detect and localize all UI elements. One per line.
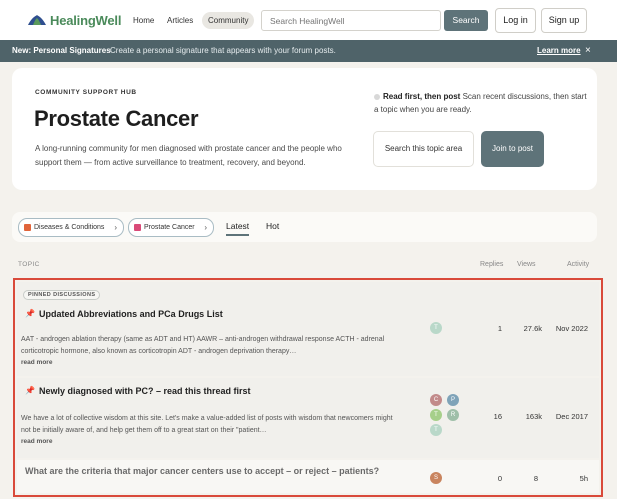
search-button[interactable]: Search — [444, 10, 488, 31]
breadcrumb-label: Prostate Cancer — [144, 224, 195, 231]
breadcrumb-diseases[interactable]: Diseases & Conditions › — [18, 218, 124, 237]
avatar[interactable]: T — [430, 424, 442, 436]
announcement-banner: New: Personal Signatures Create a person… — [0, 40, 617, 62]
avatar[interactable]: S — [430, 472, 442, 484]
topic-title[interactable]: Newly diagnosed with PC? – read this thr… — [39, 386, 251, 396]
topic-title[interactable]: What are the criteria that major cancer … — [25, 466, 379, 476]
leaf-logo-icon — [28, 15, 46, 25]
reply-count: 0 — [497, 474, 502, 483]
read-more-link[interactable]: read more — [21, 438, 52, 445]
hero-description: A long-running community for men diagnos… — [35, 144, 342, 167]
search-topic-area-button[interactable]: Search this topic area — [373, 131, 474, 167]
tab-latest[interactable]: Latest — [226, 221, 250, 236]
nav-articles[interactable]: Articles — [161, 12, 199, 29]
activity-time[interactable]: Dec 2017 — [538, 412, 588, 421]
read-more-link[interactable]: read more — [21, 359, 52, 366]
column-header-topic[interactable]: TOPIC — [18, 261, 40, 268]
pin-icon: 📌 — [25, 386, 35, 395]
filter-bar: Diseases & Conditions › Prostate Cancer … — [12, 212, 597, 242]
site-header: HealingWell Home Articles Community Sear… — [0, 0, 617, 40]
view-count: 8 — [533, 474, 538, 483]
avatar[interactable]: T — [430, 409, 442, 421]
topic-row[interactable]: PINNED DISCUSSIONS 📌 Updated Abbreviatio… — [17, 282, 599, 376]
tab-hot[interactable]: Hot — [266, 221, 279, 231]
nav-home[interactable]: Home — [127, 12, 160, 29]
breadcrumb-label: Diseases & Conditions — [34, 224, 105, 231]
topic-excerpt: We have a lot of collective wisdom at th… — [21, 415, 393, 434]
logo-text: HealingWell — [50, 12, 122, 28]
hero-tip: Read first, then post Scan recent discus… — [374, 90, 589, 116]
topic-list: PINNED DISCUSSIONS 📌 Updated Abbreviatio… — [13, 278, 603, 497]
avatar[interactable]: T — [430, 322, 442, 334]
column-header-views[interactable]: Views — [517, 261, 536, 268]
pinned-badge: PINNED DISCUSSIONS — [23, 290, 101, 300]
topic-excerpt: AAT - androgen ablation therapy (same as… — [21, 336, 385, 355]
banner-text: Create a personal signature that appears… — [110, 46, 336, 55]
chevron-right-icon: › — [114, 223, 117, 232]
signup-button[interactable]: Sign up — [541, 8, 587, 33]
column-header-replies[interactable]: Replies — [480, 261, 503, 268]
breadcrumb-prostate-cancer[interactable]: Prostate Cancer › — [128, 218, 214, 237]
avatar[interactable]: R — [447, 409, 459, 421]
avatar[interactable]: C — [430, 394, 442, 406]
category-color-icon — [24, 224, 31, 231]
reply-count: 1 — [497, 324, 502, 333]
column-header-activity[interactable]: Activity — [567, 261, 589, 268]
activity-time[interactable]: 5h — [538, 474, 588, 483]
activity-time[interactable]: Nov 2022 — [538, 324, 588, 333]
reply-count: 16 — [493, 412, 502, 421]
hero-kicker: COMMUNITY SUPPORT HUB — [35, 89, 137, 96]
chevron-right-icon: › — [204, 223, 207, 232]
category-color-icon — [134, 224, 141, 231]
tip-bold: Read first, then post — [383, 92, 461, 101]
login-button[interactable]: Log in — [495, 8, 536, 33]
avatar[interactable]: P — [447, 394, 459, 406]
hero-card: COMMUNITY SUPPORT HUB Prostate Cancer A … — [12, 68, 597, 190]
pin-icon: 📌 — [25, 309, 35, 318]
tip-dot-icon — [374, 93, 380, 100]
page-title: Prostate Cancer — [34, 106, 199, 131]
close-icon[interactable]: × — [585, 40, 591, 62]
site-logo[interactable]: HealingWell — [27, 12, 121, 28]
topic-row[interactable]: 📌 Newly diagnosed with PC? – read this t… — [17, 378, 599, 458]
nav-community[interactable]: Community — [202, 12, 255, 29]
banner-title: New: Personal Signatures — [12, 46, 111, 55]
topic-row[interactable]: What are the criteria that major cancer … — [17, 460, 599, 493]
learn-more-link[interactable]: Learn more — [537, 40, 581, 62]
search-input[interactable] — [261, 10, 441, 31]
topic-title[interactable]: Updated Abbreviations and PCa Drugs List — [39, 309, 223, 319]
join-to-post-button[interactable]: Join to post — [481, 131, 544, 167]
